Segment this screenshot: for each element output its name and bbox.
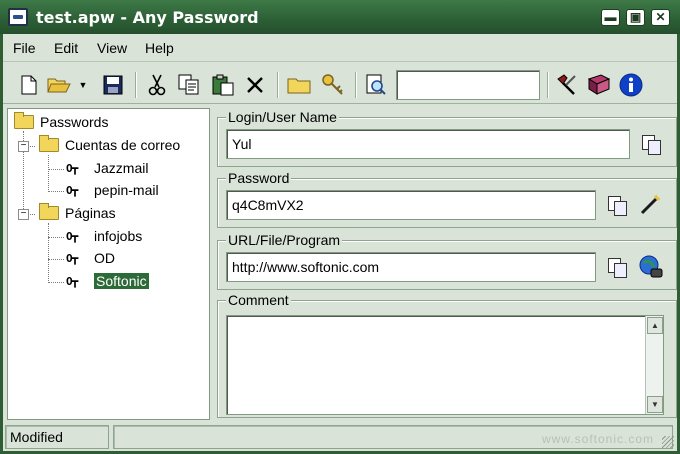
tree-root-label: Passwords [40,114,109,130]
key-icon[interactable] [321,73,345,97]
key-icon: O┳ [66,161,78,175]
tree-group-node[interactable]: Cuentas de correo [39,135,180,155]
comment-label: Comment [226,292,291,308]
tree-item-label: Softonic [94,273,149,289]
login-field[interactable]: Yul [226,129,630,159]
folder-icon [39,135,59,152]
collapse-toggle[interactable]: − [18,209,29,220]
close-button[interactable]: ✕ [651,9,670,26]
toolbar-separator [277,72,279,98]
tree-item-label: infojobs [94,228,143,244]
toolbar: ▼ [3,64,677,104]
info-icon[interactable] [619,73,643,97]
app-key-icon[interactable] [8,8,28,26]
copy-icon[interactable] [177,73,201,97]
delete-icon[interactable] [243,73,267,97]
url-label: URL/File/Program [226,232,343,248]
status-modified: Modified [5,425,109,449]
open-url-icon[interactable] [638,254,664,280]
tree-item-node[interactable]: O┳ Jazzmail [66,158,148,178]
paste-icon[interactable] [211,73,235,97]
tree-connector [48,223,49,283]
menu-view[interactable]: View [97,40,127,56]
comment-textarea[interactable]: ▲ ▼ [226,315,664,415]
url-field[interactable]: http://www.softonic.com [226,252,596,282]
tree-item-label: pepin-mail [94,182,159,198]
scroll-down-button[interactable]: ▼ [647,396,663,413]
dropdown-arrow-icon[interactable]: ▼ [77,73,89,97]
watermark-text: www.softonic.com [541,432,654,446]
tree-group-label: Páginas [65,205,116,221]
comment-scrollbar[interactable]: ▲ ▼ [645,316,663,414]
tree-item-node[interactable]: O┳ infojobs [66,226,142,246]
new-file-icon[interactable] [17,73,41,97]
tree-connector [48,191,64,192]
generate-password-icon[interactable] [638,193,662,217]
login-label: Login/User Name [226,109,339,125]
window-title: test.apw - Any Password [36,8,259,27]
app-window: test.apw - Any Password ▬ ▣ ✕ File Edit … [0,0,680,454]
folder-icon[interactable] [287,73,311,97]
cut-icon[interactable] [145,73,169,97]
tree-connector [48,237,64,238]
tree-connector [48,282,64,283]
tree-connector [48,169,64,170]
toolbar-separator [355,72,357,98]
resize-grip[interactable] [662,436,674,448]
save-icon[interactable] [101,73,125,97]
password-group: Password q4C8mVX2 [217,170,677,228]
toolbar-separator [135,72,137,98]
folder-icon [39,203,59,220]
search-input[interactable] [396,70,540,100]
book-icon[interactable] [587,73,611,97]
comment-group: Comment ▲ ▼ [217,292,677,418]
folder-icon [14,112,34,129]
tree-group-label: Cuentas de correo [65,137,181,153]
minimize-button[interactable]: ▬ [601,9,620,26]
menu-edit[interactable]: Edit [54,40,78,56]
menu-file[interactable]: File [13,40,36,56]
find-icon[interactable] [365,73,389,97]
status-bar: Modified www.softonic.com [3,424,677,451]
toolbar-separator [547,72,549,98]
password-tree[interactable]: Passwords − Cuentas de correo O┳ Jazzmai… [7,108,210,420]
copy-login-icon[interactable] [640,134,662,155]
key-icon: O┳ [66,183,78,197]
key-icon: O┳ [66,229,78,243]
tree-item-label: OD [94,250,115,266]
tree-group-node[interactable]: Páginas [39,203,116,223]
copy-password-icon[interactable] [606,195,628,216]
collapse-toggle[interactable]: − [18,141,29,152]
title-bar[interactable]: test.apw - Any Password ▬ ▣ ✕ [0,0,680,34]
tree-item-label: Jazzmail [94,160,149,176]
tree-root-node[interactable]: Passwords [14,112,108,132]
tools-icon[interactable] [555,73,579,97]
password-label: Password [226,170,292,186]
menu-bar: File Edit View Help [3,34,677,62]
status-panel: www.softonic.com [113,425,673,449]
scroll-up-button[interactable]: ▲ [647,317,663,334]
tree-connector [48,259,64,260]
password-field[interactable]: q4C8mVX2 [226,190,596,220]
key-icon: O┳ [66,251,78,265]
tree-item-node[interactable]: O┳ OD [66,248,115,268]
open-folder-icon[interactable] [47,73,71,97]
copy-url-icon[interactable] [606,257,628,278]
url-group: URL/File/Program http://www.softonic.com [217,232,677,290]
tree-item-node-selected[interactable]: O┳ Softonic [66,271,149,291]
tree-item-node[interactable]: O┳ pepin-mail [66,180,159,200]
menu-help[interactable]: Help [145,40,174,56]
maximize-button[interactable]: ▣ [626,9,645,26]
login-group: Login/User Name Yul [217,109,677,167]
key-icon: O┳ [66,274,78,288]
tree-connector [48,155,49,192]
